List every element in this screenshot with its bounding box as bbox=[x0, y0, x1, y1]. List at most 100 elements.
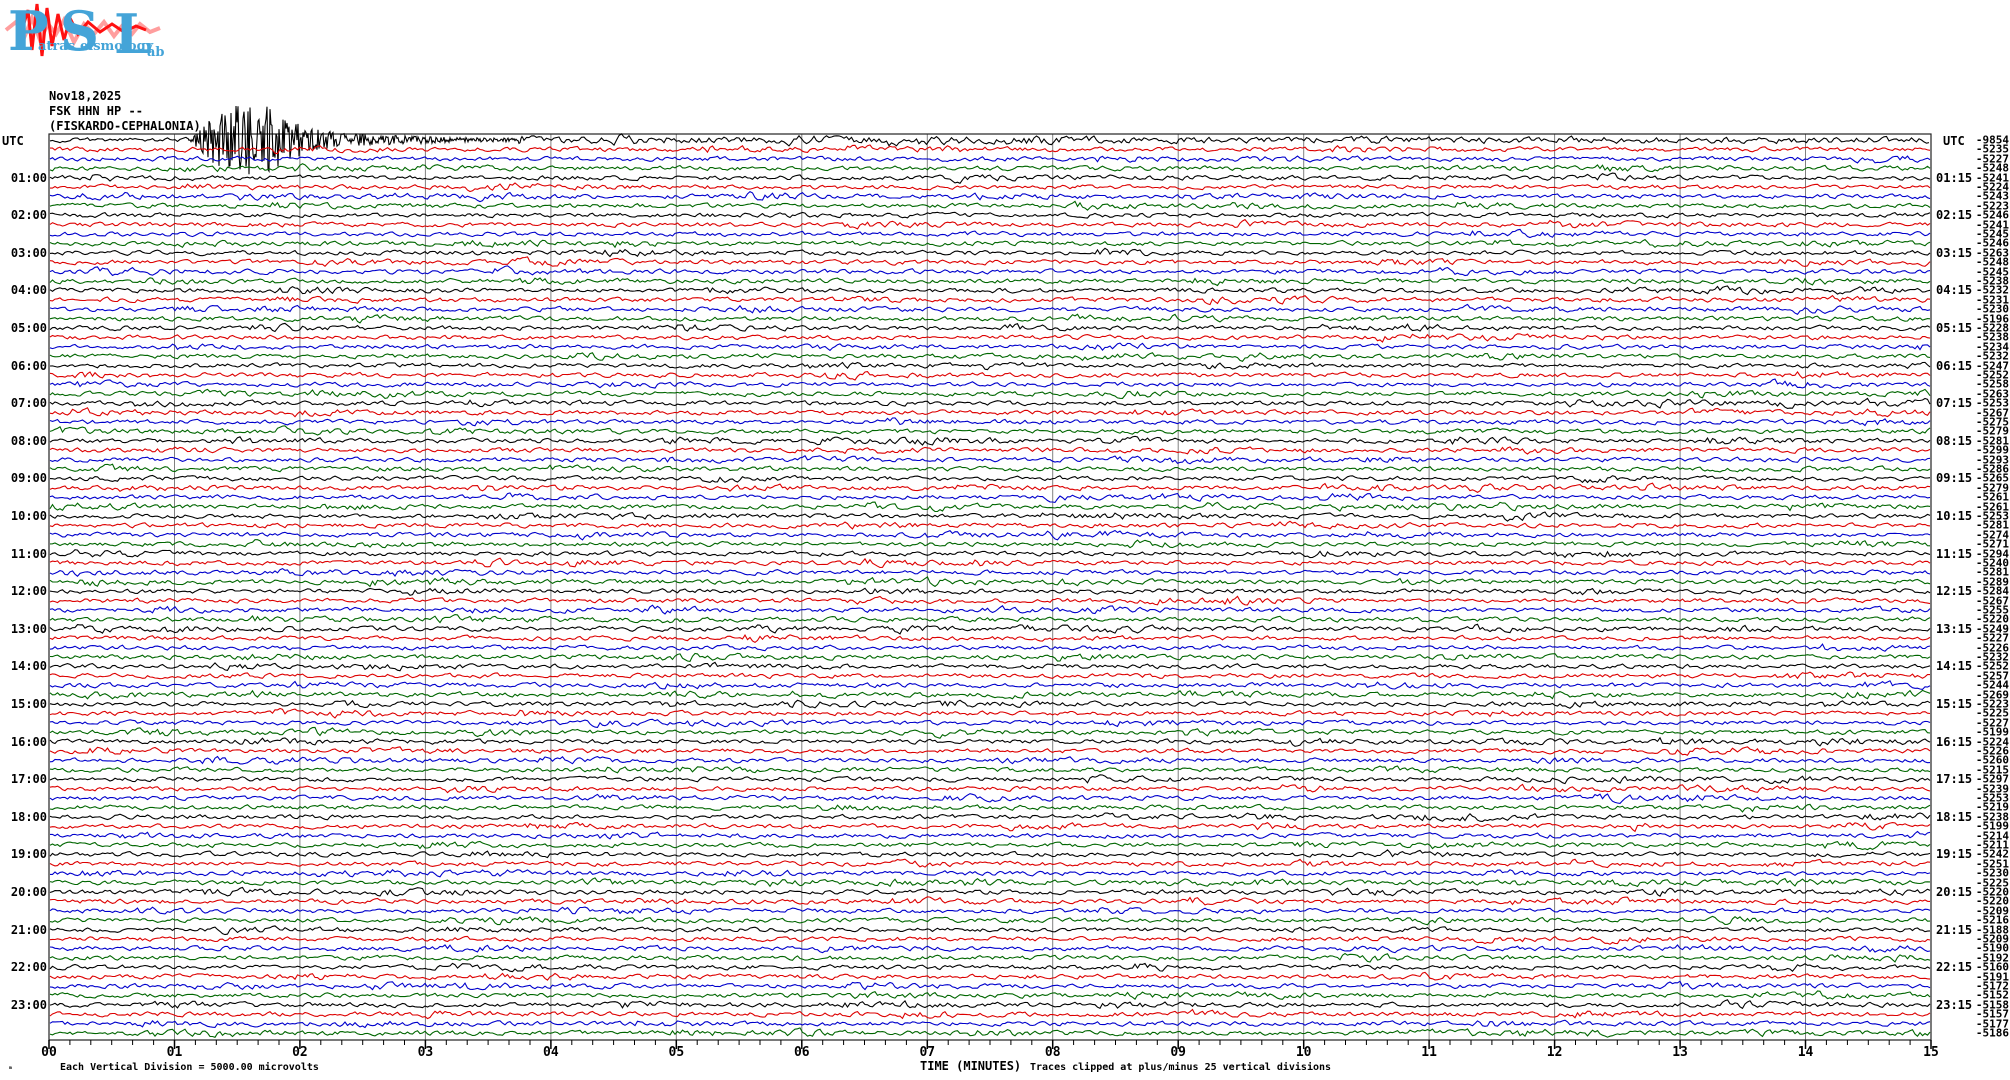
seismo-trace bbox=[49, 238, 1931, 249]
seismo-trace bbox=[49, 333, 1931, 343]
clip-note: Traces clipped at plus/minus 25 vertical… bbox=[1030, 1062, 1332, 1073]
seismo-trace bbox=[49, 746, 1931, 756]
seismo-trace bbox=[49, 604, 1931, 615]
seismo-trace bbox=[49, 313, 1931, 324]
seismo-trace bbox=[49, 858, 1931, 869]
seismo-trace bbox=[49, 370, 1931, 381]
seismo-trace bbox=[49, 915, 1931, 926]
seismo-trace bbox=[49, 736, 1931, 747]
seismo-trace bbox=[49, 661, 1931, 672]
seismo-trace bbox=[49, 361, 1931, 371]
seismo-trace bbox=[49, 1008, 1931, 1020]
seismo-trace bbox=[49, 190, 1931, 203]
seismo-trace bbox=[49, 587, 1931, 596]
seismo-trace bbox=[50, 144, 1931, 155]
seismo-trace bbox=[49, 277, 1931, 287]
seismo-trace bbox=[49, 435, 1931, 446]
seismo-trace bbox=[49, 689, 1931, 700]
seismo-trace bbox=[49, 634, 1931, 644]
seismo-trace bbox=[49, 417, 1931, 427]
seismo-trace bbox=[49, 652, 1931, 663]
seismo-trace bbox=[49, 228, 1931, 239]
seismo-trace bbox=[49, 822, 1931, 833]
seismo-trace bbox=[49, 322, 1931, 333]
seismo-trace bbox=[49, 378, 1931, 389]
seismo-trace bbox=[49, 925, 1931, 936]
seismo-trace bbox=[49, 1027, 1931, 1038]
seismo-trace bbox=[49, 303, 1931, 315]
seismo-trace bbox=[49, 896, 1931, 906]
seismo-trace bbox=[49, 463, 1931, 473]
seismo-trace bbox=[49, 211, 1931, 219]
seismo-trace bbox=[49, 285, 1931, 296]
seismo-trace bbox=[49, 793, 1931, 804]
helicorder-page: P atras S eismology L ab Nov18,2025 FSK … bbox=[0, 0, 2010, 1080]
seismo-trace bbox=[49, 971, 1931, 981]
seismo-trace bbox=[49, 425, 1931, 436]
seismo-trace bbox=[49, 388, 1931, 399]
seismo-trace bbox=[49, 623, 1931, 635]
seismo-trace bbox=[49, 765, 1931, 774]
seismo-trace bbox=[49, 944, 1931, 954]
seismo-trace bbox=[49, 671, 1930, 680]
seismo-trace bbox=[49, 718, 1931, 728]
seismo-trace bbox=[49, 482, 1931, 494]
seismo-trace bbox=[49, 567, 1931, 577]
seismo-trace bbox=[49, 783, 1931, 794]
seismo-trace bbox=[49, 455, 1931, 465]
seismo-trace bbox=[49, 265, 1931, 277]
seismo-trace bbox=[49, 840, 1931, 851]
seismo-trace bbox=[49, 595, 1931, 606]
seismo-trace bbox=[49, 699, 1931, 709]
seismo-trace bbox=[49, 407, 1931, 418]
seismo-trace bbox=[49, 501, 1931, 513]
seismo-trace bbox=[49, 557, 1931, 569]
seismo-trace bbox=[49, 492, 1931, 503]
seismo-trace bbox=[49, 980, 1931, 991]
seismo-trace bbox=[49, 163, 1931, 173]
seismo-trace bbox=[49, 614, 1931, 624]
seismo-trace bbox=[49, 520, 1931, 530]
seismo-trace bbox=[49, 886, 1931, 897]
seismo-trace bbox=[49, 803, 1931, 813]
seismo-trace bbox=[49, 952, 1931, 963]
seismo-trace bbox=[49, 397, 1931, 409]
seismo-trace bbox=[49, 474, 1931, 484]
seismo-trace bbox=[49, 352, 1931, 362]
corner-mark: ₘ bbox=[8, 1062, 13, 1071]
seismo-trace bbox=[50, 869, 1931, 878]
helicorder-plot bbox=[48, 105, 1932, 1049]
seismo-trace bbox=[50, 182, 1931, 193]
seismo-trace bbox=[49, 812, 1931, 822]
seismo-trace bbox=[49, 294, 1931, 306]
seismo-trace bbox=[49, 935, 1931, 945]
seismo-trace bbox=[49, 774, 1931, 785]
seismo-trace bbox=[49, 200, 1931, 211]
seismo-trace bbox=[49, 849, 1931, 859]
seismo-trace bbox=[49, 999, 1931, 1010]
seismo-trace bbox=[49, 726, 1931, 739]
seismo-trace bbox=[49, 539, 1931, 549]
seismo-trace bbox=[49, 707, 1931, 719]
seismo-trace bbox=[49, 446, 1931, 455]
seismo-trace bbox=[49, 755, 1931, 765]
seismo-trace bbox=[49, 576, 1931, 588]
seismo-trace bbox=[49, 906, 1931, 915]
scale-note: Each Vertical Division = 5000.00 microvo… bbox=[60, 1062, 319, 1073]
seismo-trace bbox=[49, 247, 1931, 258]
seismo-trace bbox=[49, 962, 1931, 973]
seismo-trace bbox=[49, 529, 1931, 541]
seismo-trace bbox=[49, 1019, 1931, 1029]
seismo-trace bbox=[49, 511, 1931, 522]
x-axis-title: TIME (MINUTES) bbox=[920, 1059, 1022, 1073]
seismo-trace bbox=[49, 990, 1931, 1001]
seismo-trace bbox=[49, 105, 1930, 175]
seismo-trace bbox=[49, 172, 1931, 184]
seismo-trace bbox=[49, 155, 1931, 164]
seismo-trace bbox=[49, 256, 1931, 268]
seismo-trace bbox=[49, 643, 1931, 652]
seismo-trace bbox=[49, 549, 1931, 559]
seismo-trace bbox=[49, 342, 1931, 352]
seismo-trace bbox=[49, 877, 1931, 888]
seismo-trace bbox=[49, 680, 1931, 690]
